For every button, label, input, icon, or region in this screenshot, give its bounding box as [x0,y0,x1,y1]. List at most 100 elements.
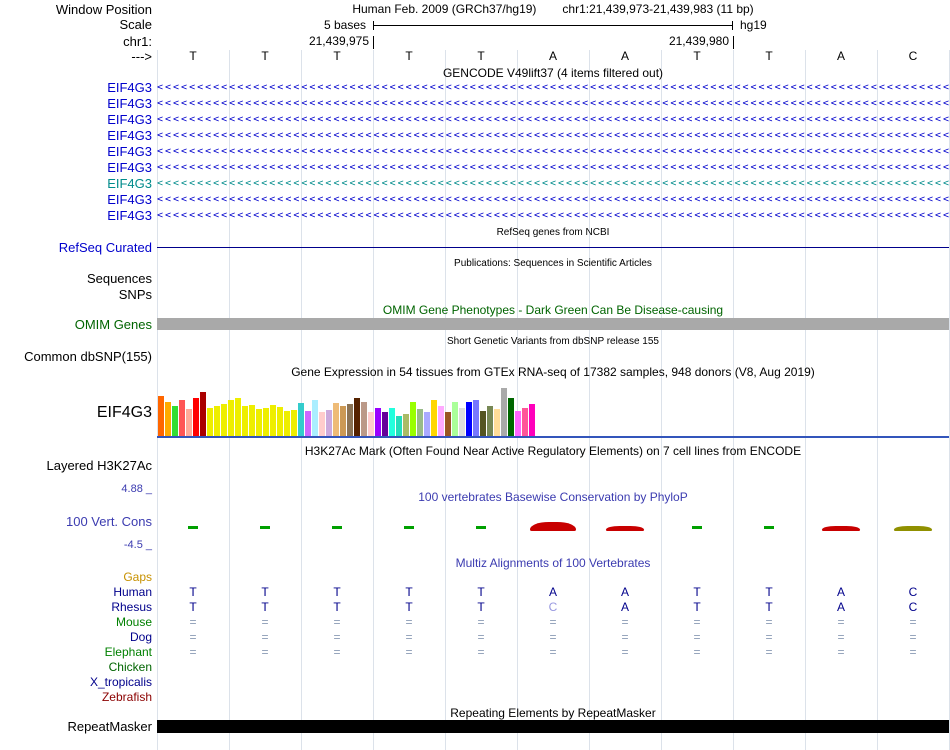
gtex-tissue-bar[interactable] [158,396,164,436]
repeat-element-bar[interactable] [157,720,949,733]
phylop-negative-mark [530,522,576,531]
gtex-tissue-bar[interactable] [333,403,339,436]
reverse-strand-arrows: <<<<<<<<<<<<<<<<<<<<<<<<<<<<<<<<<<<<<<<<… [157,210,949,221]
gtex-tissue-bar[interactable] [382,412,388,436]
gtex-tissue-bar[interactable] [270,405,276,436]
gtex-tissue-bar[interactable] [340,406,346,436]
gtex-tissue-bar[interactable] [235,398,241,436]
chromosome-label: chr1: [123,34,152,49]
gtex-tissue-bar[interactable] [284,411,290,436]
gencode-track-title: GENCODE V49lift37 (4 items filtered out) [442,66,664,80]
ruler-coordinate: 21,439,980 [668,34,729,48]
sequences-track-row: Sequences [0,271,950,286]
gtex-tissue-bar[interactable] [179,400,185,436]
gtex-tissue-bar[interactable] [459,408,465,436]
gtex-tissue-bar[interactable] [361,402,367,436]
gtex-tissue-bar[interactable] [480,411,486,436]
gtex-tissue-bar[interactable] [228,400,234,436]
gene-transcript-row[interactable]: EIF4G3 <<<<<<<<<<<<<<<<<<<<<<<<<<<<<<<<<<… [0,176,950,192]
phylop-min-row: -4.5 _ [0,539,950,554]
gtex-tissue-bar[interactable] [508,398,514,436]
omim-track-title: OMIM Gene Phenotypes - Dark Green Can Be… [382,303,724,317]
gene-transcript-row[interactable]: EIF4G3 <<<<<<<<<<<<<<<<<<<<<<<<<<<<<<<<<<… [0,96,950,112]
gtex-tissue-bar[interactable] [186,409,192,436]
gtex-tissue-bar[interactable] [375,408,381,436]
window-position-label: Window Position [55,2,152,17]
reverse-strand-arrows: <<<<<<<<<<<<<<<<<<<<<<<<<<<<<<<<<<<<<<<<… [157,130,949,141]
gene-transcript-row[interactable]: EIF4G3 <<<<<<<<<<<<<<<<<<<<<<<<<<<<<<<<<<… [0,160,950,176]
gtex-tissue-bar[interactable] [256,409,262,436]
base-letter: T [405,49,413,63]
alignment-base: = [693,615,701,629]
gtex-tissue-bar[interactable] [501,388,507,436]
gtex-tissue-bar[interactable] [424,412,430,436]
gtex-tissue-bar[interactable] [452,402,458,436]
gtex-tissue-bar[interactable] [487,406,493,436]
gene-transcript-row[interactable]: EIF4G3 <<<<<<<<<<<<<<<<<<<<<<<<<<<<<<<<<<… [0,192,950,208]
gtex-tissue-bar[interactable] [494,409,500,436]
gtex-tissue-bar[interactable] [354,398,360,436]
phylop-positive-mark [692,526,702,529]
multiz-track-title: Multiz Alignments of 100 Vertebrates [455,556,651,570]
gtex-tissue-bar[interactable] [403,414,409,436]
gtex-tissue-bar[interactable] [473,400,479,436]
phylop-negative-mark [822,526,860,531]
gtex-tissue-bar[interactable] [263,408,269,436]
gtex-tissue-bar[interactable] [277,407,283,436]
gtex-tissue-bar[interactable] [291,410,297,436]
gtex-tissue-bar[interactable] [396,416,402,436]
gtex-tissue-bar[interactable] [172,406,178,436]
gene-label: EIF4G3 [107,160,152,175]
gtex-tissue-bar[interactable] [207,408,213,436]
window-position-row: Window Position Human Feb. 2009 (GRCh37/… [0,2,950,17]
gtex-tissue-bar[interactable] [312,400,318,436]
alignment-base: = [477,615,485,629]
gtex-tissue-bar[interactable] [221,404,227,436]
gene-transcript-row[interactable]: EIF4G3 <<<<<<<<<<<<<<<<<<<<<<<<<<<<<<<<<<… [0,208,950,224]
gene-transcript-row[interactable]: EIF4G3 <<<<<<<<<<<<<<<<<<<<<<<<<<<<<<<<<<… [0,112,950,128]
gtex-tissue-bar[interactable] [319,412,325,436]
gtex-tissue-bar[interactable] [522,408,528,436]
alignment-base: = [765,615,773,629]
gene-transcript-row[interactable]: EIF4G3 <<<<<<<<<<<<<<<<<<<<<<<<<<<<<<<<<<… [0,144,950,160]
gtex-tissue-bar[interactable] [165,402,171,436]
phylop-positive-mark [404,526,414,529]
gtex-tissue-bar[interactable] [445,412,451,436]
gtex-tissue-bar[interactable] [515,411,521,436]
refseq-track-row: RefSeq Curated [0,240,950,255]
scale-row: Scale 5 bases hg19 [0,17,950,32]
gtex-tissue-bar[interactable] [431,400,437,436]
gtex-tissue-bar[interactable] [410,402,416,436]
alignment-base: = [333,615,341,629]
alignment-base: = [909,645,917,659]
gtex-tissue-bar[interactable] [193,398,199,436]
phylop-negative-mark [606,526,644,531]
gtex-tissue-bar[interactable] [438,406,444,436]
alignment-base: = [621,615,629,629]
omim-gene-bar[interactable] [157,318,949,330]
alignment-base: A [836,585,845,599]
alignment-base: T [261,585,269,599]
phylop-positive-mark [764,526,774,529]
gtex-tissue-bar[interactable] [347,404,353,436]
gtex-tissue-bar[interactable] [417,409,423,436]
gtex-tissue-bar[interactable] [466,402,472,436]
gtex-tissue-bar[interactable] [326,410,332,436]
reverse-strand-arrows: <<<<<<<<<<<<<<<<<<<<<<<<<<<<<<<<<<<<<<<<… [157,162,949,173]
alignment-base: = [333,630,341,644]
gtex-tissue-bar[interactable] [305,411,311,436]
alignment-base: = [477,645,485,659]
gtex-tissue-bar[interactable] [249,405,255,436]
gtex-tissue-bar[interactable] [529,404,535,436]
gene-transcript-row[interactable]: EIF4G3 <<<<<<<<<<<<<<<<<<<<<<<<<<<<<<<<<<… [0,80,950,96]
refseq-gene-line[interactable] [157,247,949,248]
gtex-tissue-bar[interactable] [242,406,248,436]
gtex-tissue-bar[interactable] [214,406,220,436]
gtex-tissue-bar[interactable] [389,408,395,436]
gtex-tissue-bar[interactable] [200,392,206,436]
alignment-base: = [621,645,629,659]
gtex-tissue-bar[interactable] [368,412,374,436]
gene-transcript-row[interactable]: EIF4G3 <<<<<<<<<<<<<<<<<<<<<<<<<<<<<<<<<<… [0,128,950,144]
alignment-base: = [909,615,917,629]
gtex-tissue-bar[interactable] [298,403,304,436]
